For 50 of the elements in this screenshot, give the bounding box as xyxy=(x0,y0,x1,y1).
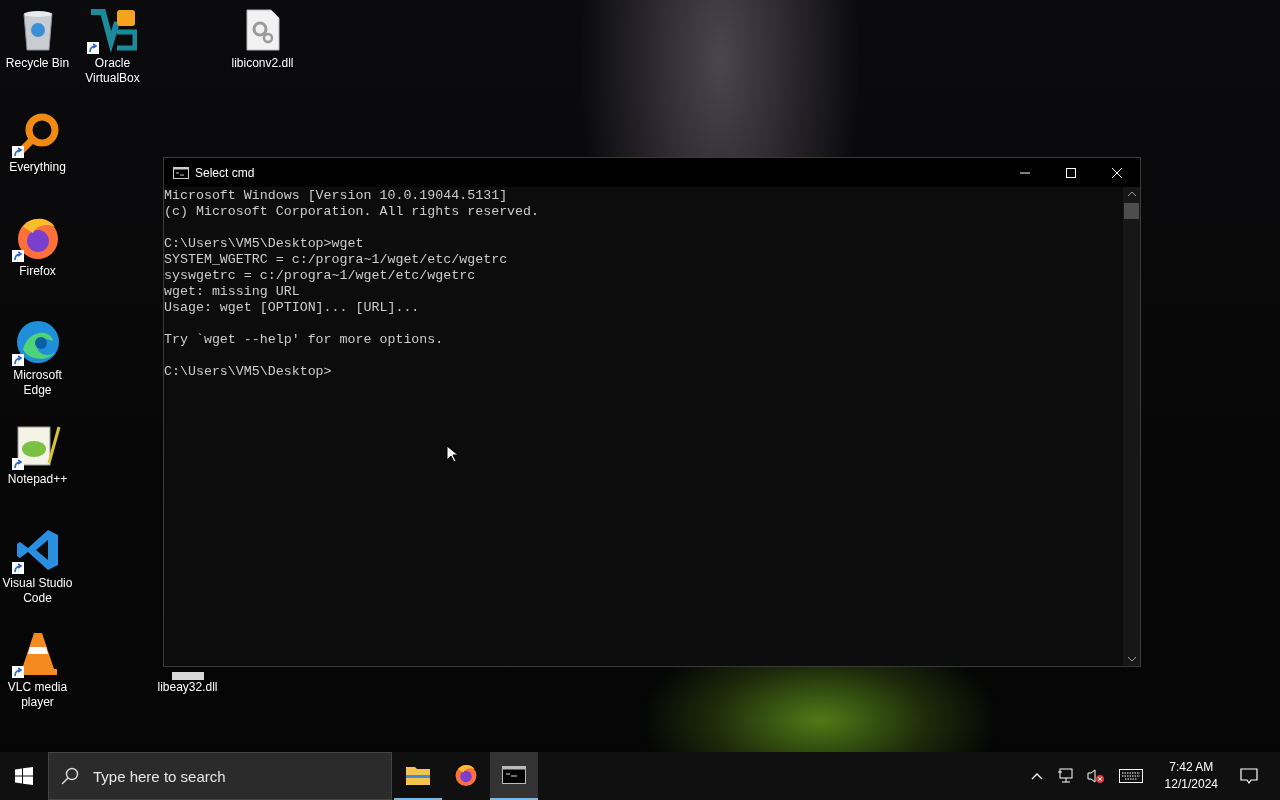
console-line: wget: missing URL xyxy=(164,284,300,300)
scroll-down-icon[interactable] xyxy=(1127,656,1136,662)
console-line: SYSTEM_WGETRC = c:/progra~1/wget/etc/wgetrc xyxy=(164,252,508,268)
desktop-icon-label[interactable]: libiconv2.dll xyxy=(231,56,294,71)
console-line: Try `wget --help' for more options. xyxy=(164,332,444,348)
window-title: Select cmd xyxy=(195,165,255,180)
console-icon xyxy=(173,166,189,179)
code-editor-icon[interactable] xyxy=(15,528,60,572)
maximize-icon xyxy=(1066,167,1076,178)
keyboard-icon[interactable] xyxy=(1118,769,1143,783)
search-field[interactable]: Type here to search xyxy=(91,766,391,786)
edge-icon[interactable] xyxy=(14,319,61,365)
console-line: Microsoft Windows [Version 10.0.19044.5131] xyxy=(164,188,508,204)
console-line: syswgetrc = c:/progra~1/wget/etc/wgetrc xyxy=(164,268,476,284)
scroll-up-icon[interactable] xyxy=(1127,191,1136,197)
scrollbar-thumb[interactable] xyxy=(1124,203,1139,219)
desktop-icon-label[interactable]: Recycle Bin xyxy=(5,56,70,71)
desktop-icon-label[interactable]: VLC media player xyxy=(0,680,75,710)
folder-icon xyxy=(406,765,430,785)
virtualbox-icon[interactable] xyxy=(88,8,137,52)
volume-muted-icon[interactable] xyxy=(1086,768,1105,784)
scrollbar[interactable] xyxy=(1123,187,1140,666)
clock-time[interactable]: 7:42 AM xyxy=(1169,759,1214,776)
desktop-icon-label[interactable]: Notepad++ xyxy=(7,472,68,487)
desktop-icon-label[interactable]: Microsoft Edge xyxy=(0,368,75,398)
console-line: Usage: wget [OPTION]... [URL]... xyxy=(164,300,420,316)
windows-logo-icon xyxy=(15,767,33,785)
desktop-icon-label[interactable]: libeay32.dll xyxy=(157,680,218,695)
file-icon[interactable] xyxy=(171,672,204,680)
console-line: C:\Users\VM5\Desktop>wget xyxy=(164,236,364,252)
notepad-icon[interactable] xyxy=(14,423,61,469)
settings-file-icon[interactable] xyxy=(245,9,280,51)
taskbar-app-button[interactable] xyxy=(490,752,538,800)
console-line: C:\Users\VM5\Desktop> xyxy=(164,364,332,380)
minimize-icon xyxy=(1020,171,1030,174)
firefox-icon xyxy=(454,763,478,787)
clock-date[interactable]: 12/1/2024 xyxy=(1164,776,1218,793)
desktop-icon-label[interactable]: Everything xyxy=(9,160,66,175)
chevron-up-icon[interactable] xyxy=(1030,772,1043,780)
console-icon xyxy=(502,766,526,784)
desktop-icon-label[interactable]: Oracle VirtualBox xyxy=(75,56,150,86)
search-box[interactable]: Type here to search xyxy=(48,752,392,800)
close-icon xyxy=(1112,167,1122,178)
desktop-icon-label[interactable]: Firefox xyxy=(19,264,56,279)
notification-icon[interactable] xyxy=(1240,767,1258,785)
mouse-pointer-icon xyxy=(446,445,458,463)
search-icon xyxy=(61,767,79,785)
desktop-icon-label[interactable]: Visual Studio Code xyxy=(0,576,75,606)
network-icon[interactable] xyxy=(1056,768,1073,784)
console-line: (c) Microsoft Corporation. All rights reserved. xyxy=(164,204,540,220)
